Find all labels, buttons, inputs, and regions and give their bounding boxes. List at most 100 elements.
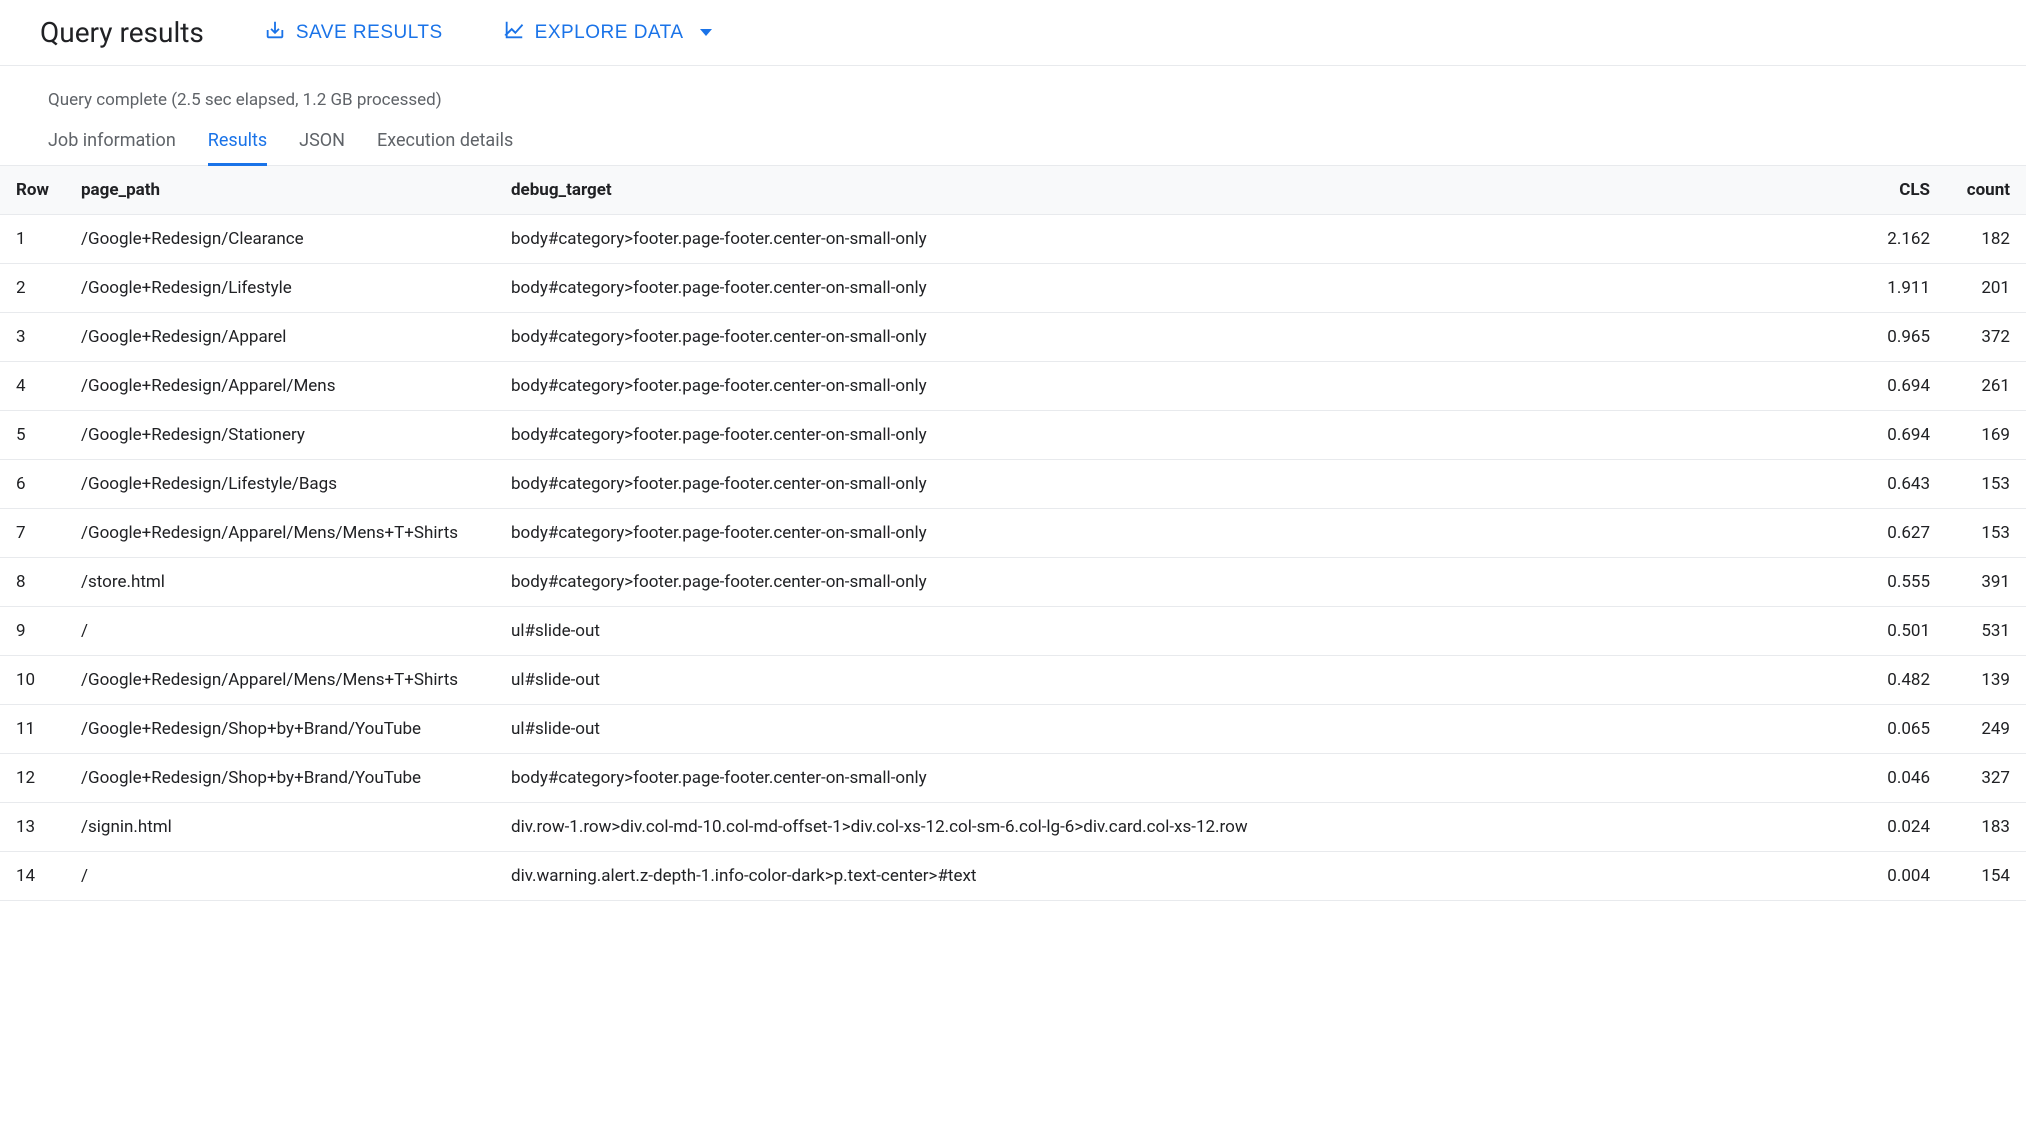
cell-count: 261 <box>1946 362 2026 411</box>
cell-count: 531 <box>1946 607 2026 656</box>
cell-row-number: 4 <box>0 362 65 411</box>
cell-row-number: 9 <box>0 607 65 656</box>
cell-debug-target: body#category>footer.page-footer.center-… <box>495 215 1866 264</box>
cell-cls: 0.694 <box>1866 411 1946 460</box>
table-row[interactable]: 10/Google+Redesign/Apparel/Mens/Mens+T+S… <box>0 656 2026 705</box>
cell-page-path: /Google+Redesign/Apparel/Mens/Mens+T+Shi… <box>65 656 495 705</box>
cell-row-number: 7 <box>0 509 65 558</box>
cell-row-number: 2 <box>0 264 65 313</box>
cell-page-path: /Google+Redesign/Lifestyle/Bags <box>65 460 495 509</box>
cell-count: 153 <box>1946 509 2026 558</box>
table-row[interactable]: 9/ul#slide-out0.501531 <box>0 607 2026 656</box>
cell-row-number: 6 <box>0 460 65 509</box>
cell-page-path: /Google+Redesign/Clearance <box>65 215 495 264</box>
cell-debug-target: ul#slide-out <box>495 656 1866 705</box>
cell-row-number: 8 <box>0 558 65 607</box>
cell-page-path: /Google+Redesign/Apparel/Mens <box>65 362 495 411</box>
cell-cls: 0.627 <box>1866 509 1946 558</box>
cell-page-path: /store.html <box>65 558 495 607</box>
cell-row-number: 11 <box>0 705 65 754</box>
cell-debug-target: body#category>footer.page-footer.center-… <box>495 754 1866 803</box>
cell-count: 183 <box>1946 803 2026 852</box>
table-row[interactable]: 3/Google+Redesign/Apparelbody#category>f… <box>0 313 2026 362</box>
cell-cls: 0.046 <box>1866 754 1946 803</box>
cell-page-path: / <box>65 852 495 901</box>
result-tabs: Job information Results JSON Execution d… <box>0 118 2026 166</box>
cell-cls: 0.482 <box>1866 656 1946 705</box>
cell-row-number: 12 <box>0 754 65 803</box>
column-header-row[interactable]: Row <box>0 166 65 215</box>
cell-row-number: 1 <box>0 215 65 264</box>
cell-page-path: /Google+Redesign/Shop+by+Brand/YouTube <box>65 705 495 754</box>
cell-row-number: 5 <box>0 411 65 460</box>
cell-count: 182 <box>1946 215 2026 264</box>
tab-json[interactable]: JSON <box>299 118 345 166</box>
cell-count: 391 <box>1946 558 2026 607</box>
table-row[interactable]: 11/Google+Redesign/Shop+by+Brand/YouTube… <box>0 705 2026 754</box>
cell-row-number: 14 <box>0 852 65 901</box>
table-header-row: Row page_path debug_target CLS count <box>0 166 2026 215</box>
cell-cls: 0.694 <box>1866 362 1946 411</box>
save-results-button[interactable]: SAVE RESULTS <box>264 19 443 47</box>
cell-cls: 1.911 <box>1866 264 1946 313</box>
cell-count: 372 <box>1946 313 2026 362</box>
cell-debug-target: div.warning.alert.z-depth-1.info-color-d… <box>495 852 1866 901</box>
table-row[interactable]: 7/Google+Redesign/Apparel/Mens/Mens+T+Sh… <box>0 509 2026 558</box>
page-title: Query results <box>40 16 204 49</box>
cell-cls: 0.555 <box>1866 558 1946 607</box>
cell-row-number: 10 <box>0 656 65 705</box>
cell-cls: 0.065 <box>1866 705 1946 754</box>
cell-debug-target: ul#slide-out <box>495 607 1866 656</box>
cell-page-path: /Google+Redesign/Apparel/Mens/Mens+T+Shi… <box>65 509 495 558</box>
cell-row-number: 3 <box>0 313 65 362</box>
table-row[interactable]: 13/signin.htmldiv.row-1.row>div.col-md-1… <box>0 803 2026 852</box>
column-header-page-path[interactable]: page_path <box>65 166 495 215</box>
query-status: Query complete (2.5 sec elapsed, 1.2 GB … <box>0 66 2026 118</box>
cell-count: 249 <box>1946 705 2026 754</box>
table-row[interactable]: 8/store.htmlbody#category>footer.page-fo… <box>0 558 2026 607</box>
cell-count: 154 <box>1946 852 2026 901</box>
column-header-count[interactable]: count <box>1946 166 2026 215</box>
cell-debug-target: body#category>footer.page-footer.center-… <box>495 411 1866 460</box>
cell-page-path: /Google+Redesign/Lifestyle <box>65 264 495 313</box>
cell-count: 169 <box>1946 411 2026 460</box>
cell-debug-target: body#category>footer.page-footer.center-… <box>495 558 1866 607</box>
cell-page-path: / <box>65 607 495 656</box>
cell-page-path: /Google+Redesign/Stationery <box>65 411 495 460</box>
tab-job-information[interactable]: Job information <box>48 118 176 166</box>
explore-data-button[interactable]: EXPLORE DATA <box>503 19 712 47</box>
cell-debug-target: body#category>footer.page-footer.center-… <box>495 460 1866 509</box>
chevron-down-icon <box>700 29 712 36</box>
cell-debug-target: body#category>footer.page-footer.center-… <box>495 362 1866 411</box>
table-row[interactable]: 5/Google+Redesign/Stationerybody#categor… <box>0 411 2026 460</box>
cell-cls: 0.501 <box>1866 607 1946 656</box>
table-row[interactable]: 4/Google+Redesign/Apparel/Mensbody#categ… <box>0 362 2026 411</box>
cell-page-path: /Google+Redesign/Apparel <box>65 313 495 362</box>
save-results-label: SAVE RESULTS <box>296 22 443 44</box>
table-row[interactable]: 12/Google+Redesign/Shop+by+Brand/YouTube… <box>0 754 2026 803</box>
cell-cls: 0.024 <box>1866 803 1946 852</box>
column-header-debug-target[interactable]: debug_target <box>495 166 1866 215</box>
explore-data-label: EXPLORE DATA <box>535 22 684 44</box>
results-table: Row page_path debug_target CLS count 1/G… <box>0 166 2026 901</box>
tab-results[interactable]: Results <box>208 118 267 166</box>
tab-execution-details[interactable]: Execution details <box>377 118 513 166</box>
column-header-cls[interactable]: CLS <box>1866 166 1946 215</box>
cell-count: 327 <box>1946 754 2026 803</box>
table-row[interactable]: 6/Google+Redesign/Lifestyle/Bagsbody#cat… <box>0 460 2026 509</box>
cell-count: 201 <box>1946 264 2026 313</box>
cell-debug-target: body#category>footer.page-footer.center-… <box>495 313 1866 362</box>
cell-cls: 2.162 <box>1866 215 1946 264</box>
table-row[interactable]: 2/Google+Redesign/Lifestylebody#category… <box>0 264 2026 313</box>
cell-cls: 0.643 <box>1866 460 1946 509</box>
cell-page-path: /Google+Redesign/Shop+by+Brand/YouTube <box>65 754 495 803</box>
cell-count: 153 <box>1946 460 2026 509</box>
cell-count: 139 <box>1946 656 2026 705</box>
header-toolbar: Query results SAVE RESULTS EXPLORE DATA <box>0 0 2026 66</box>
cell-row-number: 13 <box>0 803 65 852</box>
cell-page-path: /signin.html <box>65 803 495 852</box>
table-row[interactable]: 14/div.warning.alert.z-depth-1.info-colo… <box>0 852 2026 901</box>
cell-debug-target: div.row-1.row>div.col-md-10.col-md-offse… <box>495 803 1866 852</box>
chart-icon <box>503 19 525 47</box>
table-row[interactable]: 1/Google+Redesign/Clearancebody#category… <box>0 215 2026 264</box>
